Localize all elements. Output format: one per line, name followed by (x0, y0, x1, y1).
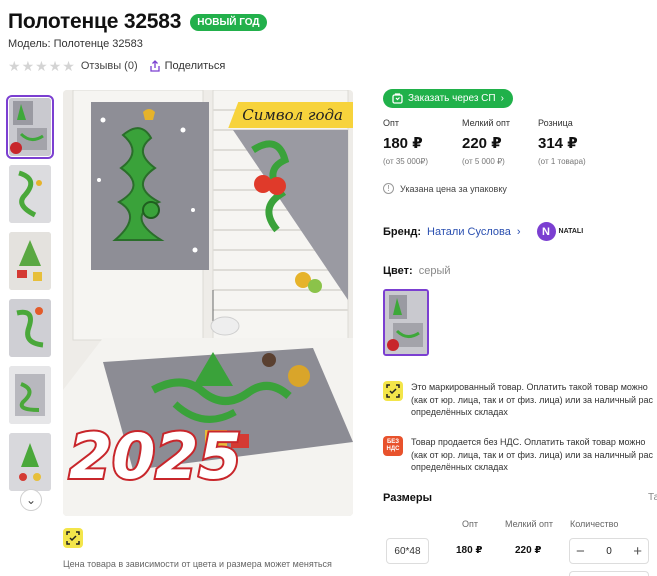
price-value: 220 ₽ (462, 135, 502, 152)
price-min: (от 35 000₽) (383, 157, 429, 166)
brand-label: Бренд: (383, 225, 422, 238)
rating-stars[interactable]: ★ ★ ★ ★ ★ (8, 59, 75, 73)
star-icon: ★ (35, 58, 48, 74)
brand-logo-text: NATALI (558, 228, 584, 235)
no-vat-icon: БЕЗ НДС (383, 436, 403, 456)
price-variation-note: Цена товара в зависимости от цвета и раз… (63, 559, 332, 569)
plus-icon[interactable]: + (633, 544, 642, 559)
share-icon (149, 60, 160, 72)
size-price-opt: 180 ₽ (456, 545, 483, 556)
star-icon: ★ (48, 58, 62, 74)
col-header-small-opt: Мелкий опт (505, 519, 554, 529)
notice-line: (как от юр. лица, так и от физ. лица) ил… (411, 449, 653, 460)
color-row: Цвет: серый (383, 265, 451, 277)
notice-line: определённых складах (411, 462, 508, 472)
order-via-sp-label: Заказать через СП (408, 93, 496, 104)
page-title: Полотенце 32583 (8, 10, 182, 33)
marking-icon (383, 381, 403, 401)
thumbnail-4[interactable] (9, 299, 51, 357)
brand-logo[interactable]: N NATALI (536, 222, 584, 241)
size-option[interactable]: 60*48 (386, 538, 429, 564)
brand-link[interactable]: Натали Суслова (427, 226, 511, 238)
quantity-value[interactable]: 0 (606, 546, 612, 557)
order-via-sp-button[interactable]: Заказать через СП › (383, 89, 513, 108)
color-label: Цвет: (383, 265, 413, 277)
thumbnail-2[interactable] (9, 165, 51, 223)
star-icon: ★ (8, 58, 21, 74)
thumbnail-3[interactable] (9, 232, 51, 290)
price-label: Опт (383, 118, 399, 128)
sizes-heading: Размеры (383, 492, 433, 504)
notice-line: Товар продается без НДС. Оплатить такой … (411, 437, 646, 447)
marking-icon (63, 528, 83, 548)
minus-icon[interactable]: − (576, 544, 585, 559)
color-swatch-grey[interactable] (383, 289, 429, 356)
price-wholesale: Опт 180 ₽ (от 35 000₽) (383, 118, 428, 166)
meta-row: ★ ★ ★ ★ ★ Отзывы (0) Поделиться (8, 59, 225, 73)
symbol-of-year-banner: Символ года (228, 102, 353, 128)
year-2025-text-fill: 2025 (69, 420, 242, 493)
notice-line: (как от юр. лица, так и от физ. лица) ил… (411, 394, 653, 405)
star-icon: ★ (62, 58, 75, 74)
thumbnail-1[interactable] (6, 95, 54, 159)
share-button[interactable]: Поделиться (149, 60, 226, 72)
price-value: 314 ₽ (538, 135, 578, 152)
next-row-edge (569, 571, 649, 576)
price-retail: Розница 314 ₽ (от 1 товара) (538, 118, 586, 166)
new-year-badge[interactable]: НОВЫЙ ГОД (190, 13, 267, 31)
pack-note-text: Указана цена за упаковку (400, 183, 507, 194)
reviews-link[interactable]: Отзывы (0) (81, 60, 138, 72)
price-value: 180 ₽ (383, 135, 423, 152)
model-text: Модель: Полотенце 32583 (8, 38, 143, 50)
title-row: Полотенце 32583 НОВЫЙ ГОД (8, 10, 267, 34)
price-label: Розница (538, 118, 573, 128)
size-table-link[interactable]: Та (648, 492, 657, 503)
col-header-opt: Опт (462, 519, 478, 529)
main-product-image[interactable]: 2025 2025 Символ года (63, 90, 353, 516)
size-price-small-opt: 220 ₽ (515, 545, 542, 556)
natali-logo-icon: N (536, 222, 556, 241)
chevron-down-icon: ⌄ (25, 493, 37, 507)
chevron-right-icon: › (500, 93, 504, 104)
notice-line: Это маркированный товар. Оплатить такой … (411, 382, 648, 392)
col-header-qty: Количество (570, 519, 619, 529)
thumbnail-6[interactable] (9, 433, 51, 491)
price-min: (от 5 000 ₽) (462, 157, 505, 166)
cart-icon (392, 93, 403, 104)
price-small-wholesale: Мелкий опт 220 ₽ (от 5 000 ₽) (462, 118, 510, 166)
star-icon: ★ (21, 58, 35, 74)
thumbnails-scroll-down[interactable]: ⌄ (20, 489, 42, 511)
marked-goods-notice: Это маркированный товар. Оплатить такой … (383, 381, 657, 419)
pack-price-note: ! Указана цена за упаковку (383, 183, 507, 194)
price-min: (от 1 товара) (538, 157, 586, 166)
chevron-right-icon: › (516, 225, 521, 238)
no-vat-notice: БЕЗ НДС Товар продается без НДС. Оплатит… (383, 436, 657, 474)
color-value: серый (418, 265, 451, 277)
share-label: Поделиться (164, 60, 226, 72)
info-icon: ! (383, 183, 394, 194)
price-label: Мелкий опт (462, 118, 511, 128)
quantity-stepper: − 0 + (569, 538, 649, 564)
brand-row: Бренд: Натали Суслова › N NATALI (383, 222, 583, 241)
thumbnail-5[interactable] (9, 366, 51, 424)
thumbnail-list (6, 95, 54, 500)
notice-line: определённых складах (411, 407, 508, 417)
